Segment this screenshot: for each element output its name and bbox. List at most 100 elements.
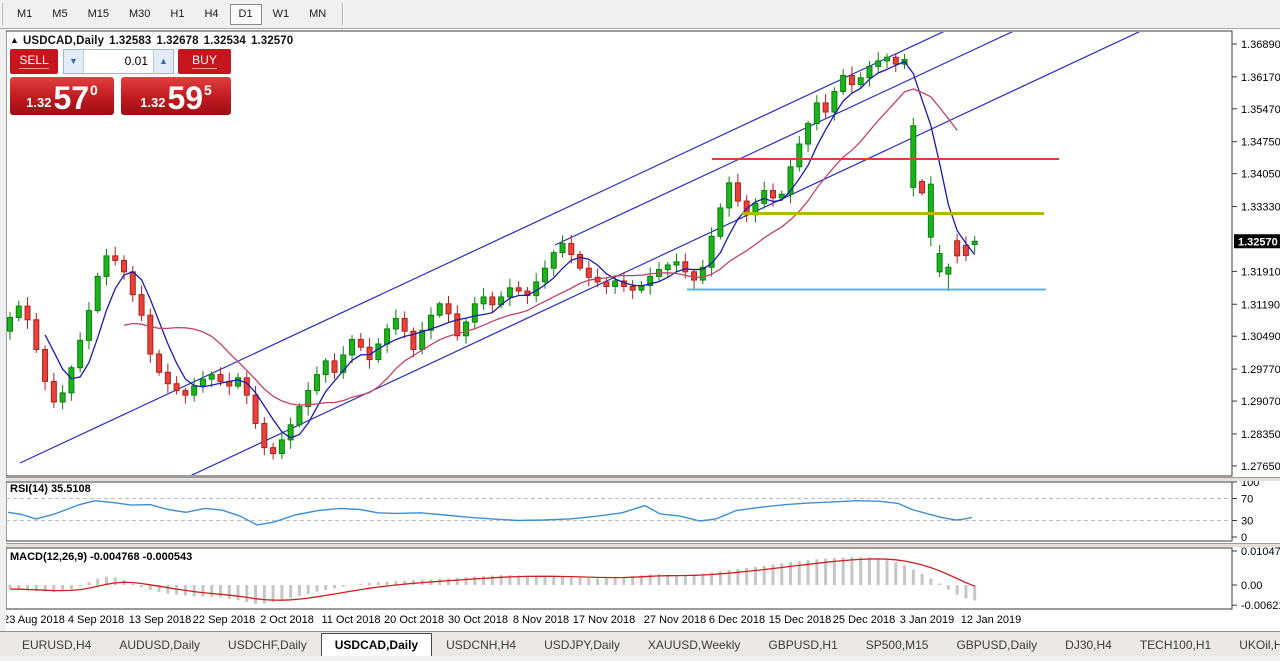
candle-body	[130, 272, 135, 295]
candle-body	[937, 254, 942, 272]
date-axis-label: 13 Sep 2018	[129, 614, 191, 626]
rsi-indicator-panel[interactable]: 10070300RSI(14) 35.5108	[0, 481, 1280, 543]
candle-body	[569, 244, 574, 255]
chart-tab-dj30[interactable]: DJ30,H4	[1051, 633, 1126, 656]
candle-body	[692, 272, 697, 280]
timeframe-button-mn[interactable]: MN	[300, 4, 335, 25]
candle-body	[279, 440, 284, 454]
candle-body	[928, 184, 933, 237]
candle-body	[358, 339, 363, 347]
candle-body	[586, 268, 591, 277]
chart-tab-xauusd[interactable]: XAUUSD,Weekly	[634, 633, 754, 656]
candle-body	[578, 254, 583, 268]
candle-body	[727, 183, 732, 208]
candle-body	[560, 244, 565, 253]
candle-body	[814, 103, 819, 124]
sell-price-button[interactable]: 1.32 57 0	[10, 77, 114, 115]
chart-tab-usdcnh[interactable]: USDCNH,H4	[432, 633, 530, 656]
price-axis-label: 1.27650	[1241, 461, 1280, 473]
candle-body	[253, 395, 258, 423]
candle-body	[551, 253, 556, 269]
candle-body	[507, 288, 512, 297]
candle-body	[762, 191, 767, 204]
sell-button[interactable]: SELL	[10, 49, 58, 74]
rsi-axis-label: 70	[1241, 494, 1253, 506]
volume-increase-icon[interactable]: ▲	[153, 50, 173, 73]
date-axis-label: 2 Oct 2018	[260, 614, 314, 626]
date-axis[interactable]: 23 Aug 20184 Sep 201813 Sep 201822 Sep 2…	[0, 610, 1280, 631]
price-axis-label: 1.34050	[1241, 169, 1280, 181]
date-axis-label: 23 Aug 2018	[3, 614, 65, 626]
date-axis-label: 12 Jan 2019	[961, 614, 1022, 626]
candle-body	[534, 282, 539, 296]
macd-label: MACD(12,26,9) -0.004768 -0.000543	[10, 551, 192, 563]
ohlc-low: 1.32534	[204, 35, 246, 47]
sell-price-point: 0	[90, 82, 98, 98]
price-axis-label: 1.28350	[1241, 429, 1280, 441]
price-axis-label: 1.36890	[1241, 39, 1280, 51]
chart-tab-tech100[interactable]: TECH100,H1	[1126, 633, 1225, 656]
timeframe-button-d1[interactable]: D1	[230, 4, 262, 25]
rsi-canvas[interactable]: 10070300RSI(14) 35.5108	[0, 481, 1280, 543]
macd-axis-label: 0.010474	[1241, 547, 1280, 558]
candle-body	[236, 378, 241, 386]
candle-body	[192, 386, 197, 395]
mt4-window: M1M5M15M30H1H4D1W1MN 1.368901.361701.354…	[0, 0, 1280, 661]
date-axis-label: 17 Nov 2018	[573, 614, 635, 626]
candle-body	[893, 57, 898, 64]
candle-body	[972, 241, 977, 244]
buy-button[interactable]: BUY	[178, 49, 231, 74]
volume-value[interactable]: 0.01	[84, 50, 153, 73]
candle-body	[8, 318, 13, 332]
timeframe-button-m30[interactable]: M30	[120, 4, 159, 25]
candle-body	[674, 262, 679, 265]
candle-body	[95, 276, 100, 310]
rsi-axis-label: 30	[1241, 516, 1253, 528]
timeframe-button-m1[interactable]: M1	[8, 4, 41, 25]
timeframe-button-h4[interactable]: H4	[195, 4, 227, 25]
candle-body	[770, 191, 775, 198]
timeframe-button-m15[interactable]: M15	[79, 4, 118, 25]
chart-tab-usdcad[interactable]: USDCAD,Daily	[321, 633, 432, 656]
candle-body	[34, 320, 39, 350]
timeframe-buttons: M1M5M15M30H1H4D1W1MN	[7, 4, 336, 25]
macd-indicator-panel[interactable]: 0.0104740.00-0.006218MACD(12,26,9) -0.00…	[0, 547, 1280, 610]
candle-body	[481, 297, 486, 304]
volume-stepper: ▼ 0.01 ▲	[63, 49, 174, 74]
candle-body	[779, 194, 784, 198]
macd-canvas[interactable]: 0.0104740.00-0.006218MACD(12,26,9) -0.00…	[0, 547, 1280, 610]
ohlc-close: 1.32570	[251, 35, 293, 47]
volume-decrease-icon[interactable]: ▼	[64, 50, 84, 73]
toolbar-grip-icon[interactable]	[1, 3, 5, 25]
buy-price-button[interactable]: 1.32 59 5	[121, 77, 231, 115]
candle-body	[867, 66, 872, 77]
candle-body	[402, 318, 407, 331]
chart-tab-sp500[interactable]: SP500,M15	[852, 633, 943, 656]
candle-body	[174, 384, 179, 391]
candle-body	[244, 378, 249, 395]
chart-symbol: USDCAD,Daily	[23, 35, 104, 47]
chart-tab-audusd[interactable]: AUDUSD,Daily	[105, 633, 214, 656]
chart-tab-ukoil[interactable]: UKOil,H1	[1225, 633, 1280, 656]
chart-tab-gbpusd[interactable]: GBPUSD,H1	[754, 633, 851, 656]
chart-tab-usdjpy[interactable]: USDJPY,Daily	[530, 633, 634, 656]
candle-body	[350, 339, 355, 355]
timeframe-button-h1[interactable]: H1	[161, 4, 193, 25]
timeframe-toolbar: M1M5M15M30H1H4D1W1MN	[0, 0, 1280, 29]
chart-ohlc-title: ▲USDCAD,Daily1.325831.326781.325341.3257…	[10, 35, 293, 47]
chart-tab-eurusd[interactable]: EURUSD,H4	[8, 633, 105, 656]
timeframe-button-m5[interactable]: M5	[43, 4, 76, 25]
timeframe-button-w1[interactable]: W1	[264, 4, 299, 25]
candle-body	[955, 241, 960, 256]
candle-body	[314, 375, 319, 391]
candle-body	[455, 314, 460, 336]
rsi-label: RSI(14) 35.5108	[10, 483, 91, 495]
ohlc-high: 1.32678	[156, 35, 198, 47]
chart-tab-gbpusd[interactable]: GBPUSD,Daily	[942, 633, 1051, 656]
candle-body	[297, 407, 302, 425]
chart-tab-bar: EURUSD,H4AUDUSD,DailyUSDCHF,DailyUSDCAD,…	[0, 631, 1280, 656]
chart-tab-usdchf[interactable]: USDCHF,Daily	[214, 633, 321, 656]
candle-body	[841, 76, 846, 92]
candle-body	[113, 256, 118, 261]
candle-body	[341, 355, 346, 372]
